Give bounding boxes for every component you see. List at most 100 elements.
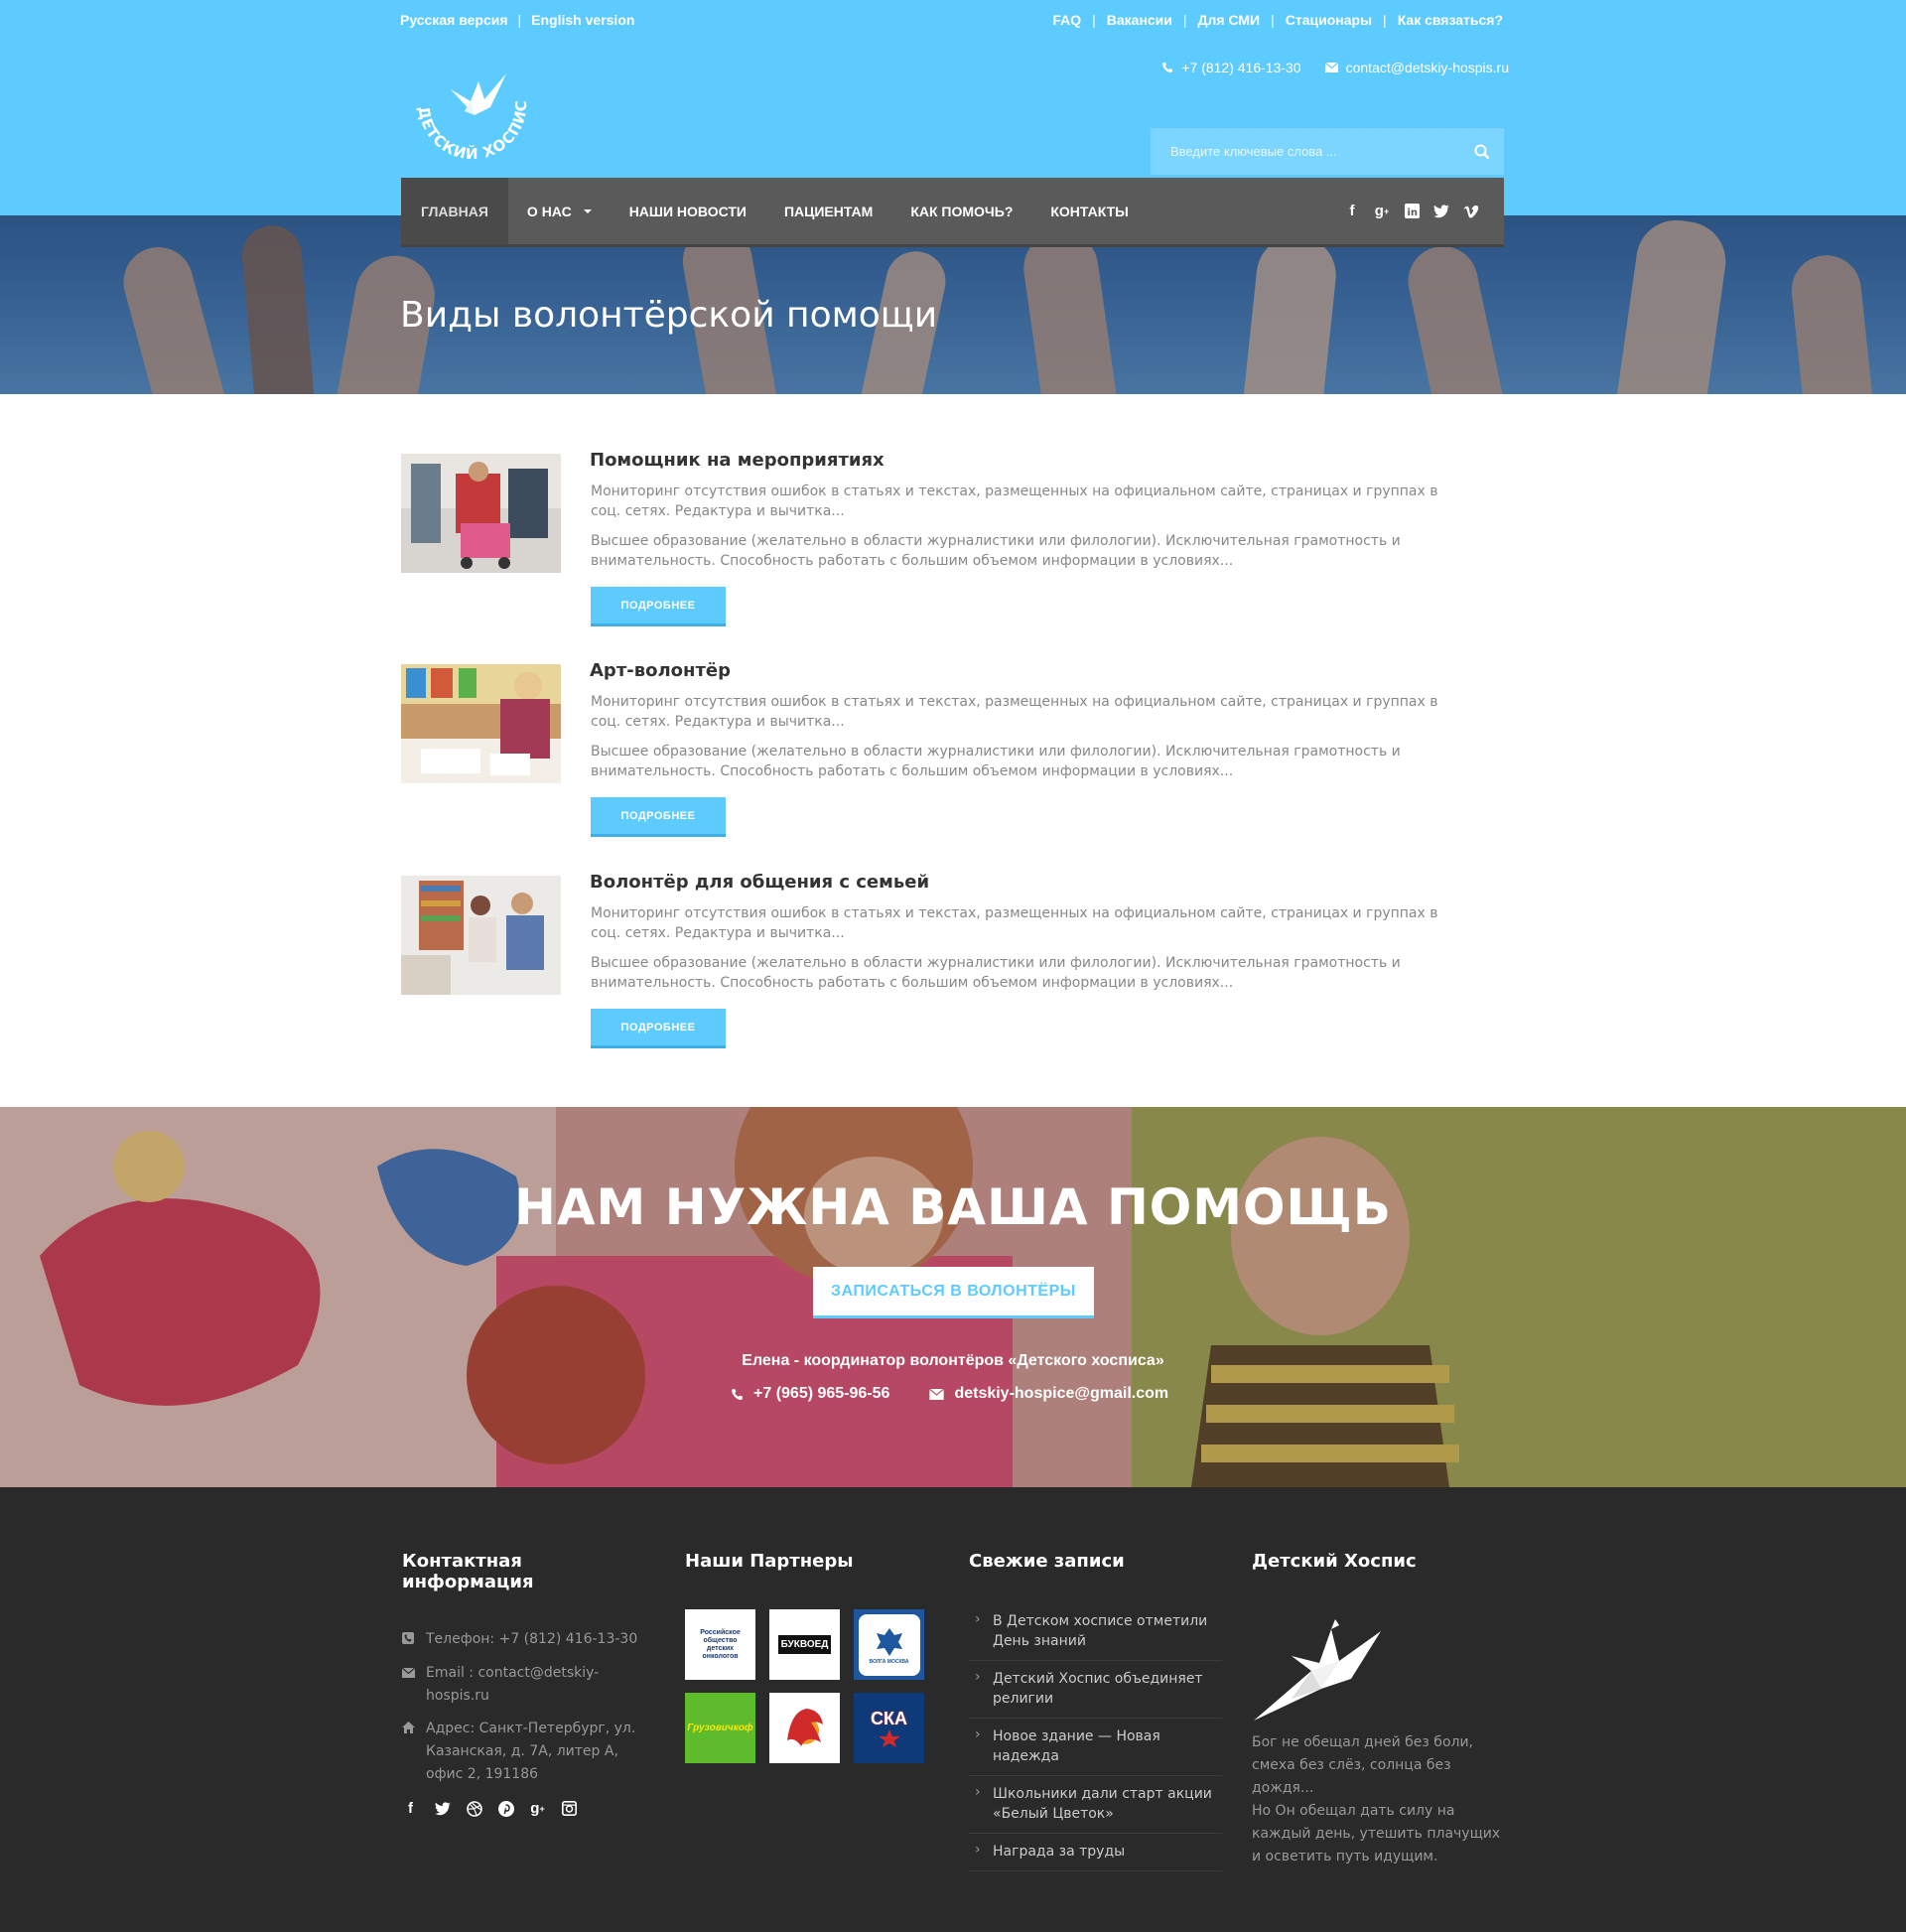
lang-russian-link[interactable]: Русская версия — [400, 12, 508, 28]
volunteer-item-requirements: Высшее образование (желательно в области… — [591, 955, 1401, 991]
coordinator-phone[interactable]: +7 (965) 965-96-56 — [753, 1385, 889, 1403]
nav-item-news[interactable]: НАШИ НОВОСТИ — [611, 178, 765, 244]
partner-label: Российское общество детских онкологов — [700, 1628, 741, 1660]
footer-social-links: f g + — [402, 1800, 650, 1817]
search-input[interactable] — [1151, 128, 1460, 175]
search-icon[interactable] — [1460, 128, 1504, 175]
google-plus-icon[interactable]: g + — [1373, 203, 1391, 220]
twitter-icon[interactable] — [1432, 203, 1450, 220]
instagram-icon[interactable] — [561, 1800, 578, 1817]
home-icon — [402, 1718, 416, 1786]
top-link-vacancies[interactable]: Вакансии — [1107, 12, 1172, 28]
search-box — [1151, 128, 1504, 175]
site-footer: Контактная информация Телефон: +7 (812) … — [0, 1487, 1906, 1932]
top-link-contact[interactable]: Как связаться? — [1398, 12, 1503, 28]
recent-post-link[interactable]: В Детском хосписе отметили День знаний — [969, 1603, 1222, 1661]
volunteer-item-photo[interactable] — [401, 876, 561, 995]
partner-logo-griffin[interactable] — [769, 1693, 840, 1763]
facebook-icon[interactable]: f — [1343, 203, 1361, 220]
top-link-media[interactable]: Для СМИ — [1198, 12, 1261, 28]
partner-label: ВОЛГА МОСКВА — [869, 1658, 909, 1665]
partner-logos: Российское общество детских онкологов БУ… — [685, 1609, 924, 1763]
partner-logo-bukvoed[interactable]: БУКВОЕД — [769, 1609, 840, 1680]
more-button[interactable]: ПОДРОБНЕЕ — [591, 587, 726, 626]
more-button[interactable]: ПОДРОБНЕЕ — [591, 1009, 726, 1048]
cta-title: НАМ НУЖНА ВАША ПОМОЩЬ — [514, 1178, 1392, 1236]
facebook-icon[interactable]: f — [402, 1800, 419, 1817]
footer-about-heading: Детский Хоспис — [1252, 1551, 1417, 1572]
twitter-icon[interactable] — [434, 1800, 451, 1817]
nav-label: КАК ПОМОЧЬ? — [910, 203, 1014, 219]
header-email[interactable]: contact@detskiy-hospis.ru — [1346, 60, 1509, 75]
page-title: Виды волонтёрской помощи — [400, 295, 938, 336]
footer-contact-info: Телефон: +7 (812) 416-13-30 Email : cont… — [401, 1628, 650, 1786]
google-plus-icon[interactable]: g + — [529, 1800, 546, 1817]
griffin-emblem-icon — [786, 1708, 823, 1746]
nav-label: НАШИ НОВОСТИ — [628, 203, 747, 219]
volunteer-item-requirements: Высшее образование (желательно в области… — [591, 533, 1401, 569]
phone-icon — [732, 1388, 743, 1400]
signup-volunteer-button[interactable]: ЗАПИСАТЬСЯ В ВОЛОНТЁРЫ — [813, 1267, 1094, 1318]
recent-post-link[interactable]: Школьники дали старт акции «Белый Цветок… — [969, 1776, 1222, 1834]
nav-item-home[interactable]: ГЛАВНАЯ — [401, 178, 508, 244]
footer-address: Адрес: Санкт-Петербург, ул. Казанская, д… — [426, 1721, 636, 1782]
caret-down-icon — [583, 208, 592, 213]
site-logo[interactable]: ДЕТСКИЙ ХОСПИС — [409, 60, 538, 163]
crane-logo-icon — [1252, 1611, 1505, 1725]
svg-text:in: in — [1407, 207, 1418, 218]
partner-label: БУКВОЕД — [777, 1635, 832, 1654]
top-link-hospitals[interactable]: Стационары — [1286, 12, 1372, 28]
volunteer-item-description: Мониторинг отсутствия ошибок в статьях и… — [591, 483, 1438, 519]
nav-label: КОНТАКТЫ — [1050, 203, 1129, 219]
partner-logo-rodo[interactable]: Российское общество детских онкологов — [685, 1609, 755, 1680]
phone-square-icon — [402, 1628, 416, 1652]
pinterest-icon[interactable] — [497, 1800, 514, 1817]
volunteer-item-photo[interactable] — [401, 664, 561, 783]
nav-item-how-to-help[interactable]: КАК ПОМОЧЬ? — [891, 178, 1031, 244]
nav-social-links: f g + in — [1343, 203, 1504, 220]
footer-contact-column: Контактная информация Телефон: +7 (812) … — [401, 1551, 650, 1817]
recent-post-link[interactable]: Награда за труды — [969, 1834, 1222, 1871]
nav-item-patients[interactable]: ПАЦИЕНТАМ — [765, 178, 891, 244]
footer-about-column: Детский Хоспис Бог не обещал дней без бо… — [1252, 1551, 1505, 1868]
volunteer-item-description: Мониторинг отсутствия ошибок в статьях и… — [591, 905, 1438, 941]
envelope-icon — [401, 1662, 416, 1708]
footer-partners-column: Наши Партнеры Российское общество детски… — [685, 1551, 924, 1763]
quote-line: Но Он обещал дать силу на каждый день, у… — [1252, 1803, 1501, 1842]
recent-posts-list: В Детском хосписе отметили День знаний Д… — [969, 1603, 1222, 1871]
eagle-emblem-icon — [876, 1627, 902, 1656]
nav-label: ГЛАВНАЯ — [421, 203, 488, 219]
quote-line: Бог не обещал дней без боли, смеха без с… — [1252, 1734, 1474, 1796]
volunteer-item: Волонтёр для общения с семьей Мониторинг… — [401, 872, 1505, 1064]
footer-posts-column: Свежие записи В Детском хосписе отметили… — [969, 1551, 1222, 1871]
recent-post-link[interactable]: Новое здание — Новая надежда — [969, 1719, 1222, 1776]
volunteer-item-title[interactable]: Волонтёр для общения с семьей — [590, 872, 929, 893]
recent-post-link[interactable]: Детский Хоспис объединяет религии — [969, 1661, 1222, 1719]
coordinator-name: Елена - координатор волонтёров «Детского… — [742, 1352, 1164, 1369]
footer-phone[interactable]: Телефон: +7 (812) 416-13-30 — [426, 1628, 637, 1652]
quote-line: и осветить путь идущим. — [1252, 1849, 1438, 1864]
partner-logo-volga[interactable]: ВОЛГА МОСКВА — [854, 1609, 924, 1680]
nav-item-about[interactable]: О НАС — [508, 178, 611, 244]
volunteer-item-title[interactable]: Арт-волонтёр — [590, 660, 731, 681]
volunteer-cta: НАМ НУЖНА ВАША ПОМОЩЬ ЗАПИСАТЬСЯ В ВОЛОН… — [0, 1107, 1906, 1487]
volunteer-item-title[interactable]: Помощник на мероприятиях — [590, 450, 885, 471]
nav-label: О НАС — [526, 203, 572, 219]
phone-icon — [1162, 63, 1173, 73]
header-phone[interactable]: +7 (812) 416-13-30 — [1181, 60, 1300, 75]
lang-english-link[interactable]: English version — [531, 12, 634, 28]
dribbble-icon[interactable] — [466, 1800, 482, 1817]
top-link-faq[interactable]: FAQ — [1052, 12, 1081, 28]
volunteer-item-photo[interactable] — [401, 454, 561, 573]
star-icon — [878, 1729, 900, 1747]
partner-logo-ska[interactable]: СКА — [854, 1693, 924, 1763]
footer-quote: Бог не обещал дней без боли, смеха без с… — [1252, 1731, 1505, 1868]
linkedin-icon[interactable]: in — [1403, 203, 1421, 220]
coordinator-email[interactable]: detskiy-hospice@gmail.com — [954, 1385, 1168, 1403]
more-button[interactable]: ПОДРОБНЕЕ — [591, 797, 726, 837]
footer-email[interactable]: Email : contact@detskiy-hospis.ru — [426, 1662, 650, 1708]
top-links: FAQ | Вакансии | Для СМИ | Стационары | Как … — [1052, 12, 1503, 28]
partner-logo-gruzovichkof[interactable]: Грузовичкоф — [685, 1693, 755, 1763]
nav-item-contacts[interactable]: КОНТАКТЫ — [1031, 178, 1147, 244]
vimeo-icon[interactable] — [1462, 203, 1480, 220]
